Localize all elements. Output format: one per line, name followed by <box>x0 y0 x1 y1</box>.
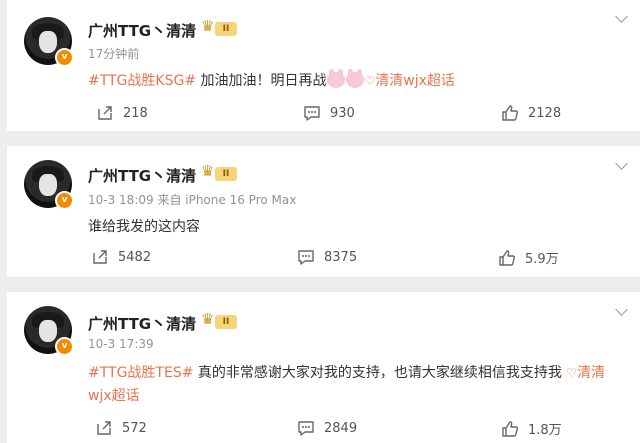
repost-button[interactable]: 5482 <box>91 248 151 266</box>
hashtag-link[interactable]: #TTG战胜KSG# <box>88 73 196 89</box>
author-name[interactable]: 广州TTG丶清清 <box>88 20 196 41</box>
hashtag-link[interactable]: #TTG战胜TES# <box>88 365 193 381</box>
repost-count: 218 <box>123 105 148 121</box>
author-avatar[interactable]: v <box>24 306 74 356</box>
comment-count: 8375 <box>324 249 358 265</box>
repost-count: 5482 <box>118 249 152 265</box>
bunny-emoji-icon <box>345 69 364 88</box>
comment-button[interactable]: 930 <box>303 104 355 122</box>
post-time[interactable]: 10-3 18:09 来自 iPhone 16 Pro Max <box>88 191 296 208</box>
super-topic-icon: ♡ <box>364 74 376 88</box>
weibo-post-2: v 广州TTG丶清清 II 10-3 18:09 来自 iPhone 16 Pr… <box>7 146 640 277</box>
repost-button[interactable]: 218 <box>96 104 148 122</box>
like-count: 5.9万 <box>525 252 559 267</box>
like-count: 2128 <box>528 105 562 121</box>
post-time[interactable]: 17分钟前 <box>88 45 139 62</box>
action-bar: 218 930 2128 <box>7 104 640 126</box>
action-bar: 572 2849 1.8万 <box>7 419 640 441</box>
super-topic-icon: ♡ <box>566 366 578 380</box>
post-content: #TTG战胜KSG# 加油加油！明日再战 ♡清清wjx超话 <box>88 69 455 89</box>
like-button[interactable]: 2128 <box>501 104 561 122</box>
verified-badge-icon: v <box>55 48 74 67</box>
thumbs-up-icon <box>502 105 518 121</box>
author-name[interactable]: 广州TTG丶清清 <box>88 165 196 186</box>
verified-badge-icon: v <box>55 191 74 210</box>
thumbs-up-icon <box>502 420 518 437</box>
like-button[interactable]: 1.8万 <box>501 419 562 438</box>
comment-button[interactable]: 2849 <box>297 419 357 437</box>
vip-badge-icon[interactable]: II <box>201 312 237 329</box>
post-content: #TTG战胜TES# 真的非常感谢大家对我的支持，也请大家继续相信我支持我 ♡清… <box>88 365 606 404</box>
like-button[interactable]: 5.9万 <box>498 248 559 267</box>
comment-icon <box>298 421 314 436</box>
author-name[interactable]: 广州TTG丶清清 <box>88 313 196 334</box>
post-content: 谁给我发的这内容 <box>88 219 200 235</box>
weibo-post-3: v 广州TTG丶清清 II 10-3 17:39 #TTG战胜TES# 真的非常… <box>7 292 640 443</box>
verified-badge-icon: v <box>55 337 74 356</box>
author-avatar[interactable]: v <box>24 17 74 67</box>
like-count: 1.8万 <box>528 423 562 438</box>
chevron-down-icon[interactable] <box>615 10 628 23</box>
comment-count: 2849 <box>324 420 358 436</box>
post-time[interactable]: 10-3 17:39 <box>88 337 154 351</box>
comment-count: 930 <box>330 105 355 121</box>
author-avatar[interactable]: v <box>24 160 74 210</box>
vip-badge-icon[interactable]: II <box>201 19 237 36</box>
repost-icon <box>97 421 111 435</box>
vip-badge-icon[interactable]: II <box>201 164 237 181</box>
comment-icon <box>304 106 320 121</box>
chevron-down-icon[interactable] <box>615 303 628 316</box>
thumbs-up-icon <box>499 249 515 266</box>
repost-count: 572 <box>122 420 147 436</box>
repost-icon <box>98 106 112 120</box>
bunny-emoji-icon <box>326 69 345 88</box>
super-topic-link[interactable]: 清清wjx超话 <box>375 73 455 89</box>
comment-icon <box>298 250 314 265</box>
repost-icon <box>93 250 107 264</box>
action-bar: 5482 8375 5.9万 <box>7 248 640 270</box>
comment-button[interactable]: 8375 <box>297 248 357 266</box>
weibo-post-1: v 广州TTG丶清清 II 17分钟前 #TTG战胜KSG# 加油加油！明日再战… <box>7 0 640 131</box>
repost-button[interactable]: 572 <box>95 419 147 437</box>
chevron-down-icon[interactable] <box>615 157 628 170</box>
